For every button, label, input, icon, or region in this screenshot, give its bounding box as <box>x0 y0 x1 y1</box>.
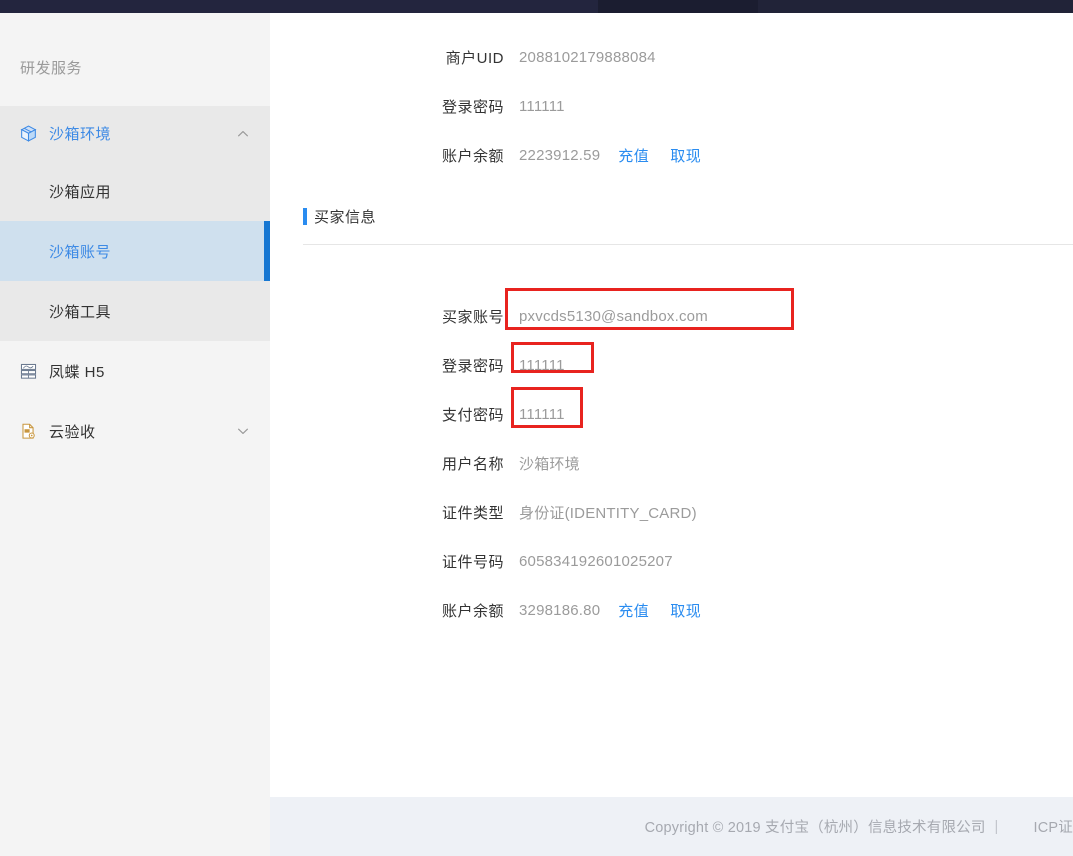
topbar-segment-right[interactable] <box>758 0 1073 13</box>
sidebar-item-sandbox-environment[interactable]: 沙箱环境 <box>0 106 270 161</box>
footer-copyright: Copyright © 2019 支付宝（杭州）信息技术有限公司 <box>644 820 986 836</box>
layers-icon <box>18 361 38 381</box>
page-footer: Copyright © 2019 支付宝（杭州）信息技术有限公司 | ICP证 <box>270 797 1073 856</box>
field-actions: 充值 取现 <box>618 145 701 166</box>
merchant-info-block: 商户UID 2088102179888084 登录密码 111111 账户余额 … <box>270 13 1073 180</box>
field-value: 2088102179888084 <box>519 49 656 66</box>
field-value: 身份证(IDENTITY_CARD) <box>519 505 697 522</box>
field-row-buyer-username: 用户名称 沙箱环境 <box>270 439 1073 488</box>
field-label: 支付密码 <box>441 407 504 424</box>
recharge-link-buyer[interactable]: 充值 <box>618 600 649 621</box>
topbar-segment-left[interactable] <box>0 0 598 13</box>
chevron-down-icon[interactable] <box>236 424 250 438</box>
field-label: 账户余额 <box>441 603 504 620</box>
field-label: 买家账号 <box>441 309 504 326</box>
field-value-highlighted-login-password: 111111 <box>511 342 594 374</box>
field-row-buyer-balance: 账户余额 3298186.80 充值 取现 <box>270 586 1073 635</box>
field-label: 证件号码 <box>441 554 504 571</box>
main-content: 商户UID 2088102179888084 登录密码 111111 账户余额 … <box>270 13 1073 797</box>
buyer-info-section: 买家信息 买家账号 pxvcds5130@sandbox.com 登录密码 11… <box>270 203 1073 635</box>
field-value: 605834192601025207 <box>519 553 673 570</box>
cube-icon <box>18 124 38 144</box>
recharge-link-merchant[interactable]: 充值 <box>618 145 649 166</box>
sidebar-item-sandbox-account[interactable]: 沙箱账号 <box>0 221 270 281</box>
top-navigation-bar[interactable] <box>0 0 1073 13</box>
field-label: 登录密码 <box>441 99 504 116</box>
sidebar-group-sandbox-environment: 沙箱环境 沙箱应用 沙箱账号 沙箱工具 <box>0 106 270 341</box>
sidebar-item-label: 沙箱账号 <box>49 243 112 261</box>
section-header: 买家信息 <box>270 203 1073 229</box>
field-label: 账户余额 <box>441 148 504 165</box>
sidebar-item-label: 云验收 <box>49 423 96 441</box>
field-label: 证件类型 <box>441 505 504 522</box>
field-row-buyer-login-password: 登录密码 111111 <box>270 341 1073 390</box>
sidebar-item-label: 沙箱应用 <box>49 183 112 201</box>
section-accent-bar <box>303 207 307 225</box>
withdraw-link-merchant[interactable]: 取现 <box>670 145 701 166</box>
buyer-fields: 买家账号 pxvcds5130@sandbox.com 登录密码 111111 … <box>270 245 1073 635</box>
sidebar-section-title: 研发服务 <box>20 60 83 77</box>
field-row-merchant-uid: 商户UID 2088102179888084 <box>270 33 1073 82</box>
sidebar-item-fengdie-h5[interactable]: 凤蝶 H5 <box>0 341 270 401</box>
sidebar-item-sandbox-apps[interactable]: 沙箱应用 <box>0 161 270 221</box>
sidebar-item-sandbox-tools[interactable]: 沙箱工具 <box>0 281 270 341</box>
field-label: 用户名称 <box>441 456 504 473</box>
field-actions: 充值 取现 <box>618 600 701 621</box>
field-row-buyer-account: 买家账号 pxvcds5130@sandbox.com <box>270 288 1073 341</box>
document-gear-icon <box>18 421 38 441</box>
field-value-highlighted-buyer-account: pxvcds5130@sandbox.com <box>505 288 794 330</box>
field-row-merchant-balance: 账户余额 2223912.59 充值 取现 <box>270 131 1073 180</box>
field-label: 登录密码 <box>441 358 504 375</box>
footer-icp-link[interactable]: ICP证 <box>1008 816 1073 837</box>
chevron-up-icon[interactable] <box>236 127 250 141</box>
field-value: 111111 <box>519 98 565 115</box>
sidebar-item-label: 沙箱工具 <box>49 303 112 321</box>
field-row-buyer-pay-password: 支付密码 111111 <box>270 387 1073 439</box>
field-row-merchant-login-password: 登录密码 111111 <box>270 82 1073 131</box>
withdraw-link-buyer[interactable]: 取现 <box>670 600 701 621</box>
sidebar-item-cloud-acceptance[interactable]: 云验收 <box>0 401 270 461</box>
field-row-buyer-id-type: 证件类型 身份证(IDENTITY_CARD) <box>270 488 1073 537</box>
sidebar-item-label: 凤蝶 H5 <box>49 363 105 381</box>
topbar-segment-active[interactable] <box>598 0 758 13</box>
field-row-buyer-id-number: 证件号码 605834192601025207 <box>270 537 1073 586</box>
field-label: 商户UID <box>445 50 504 67</box>
field-value: 3298186.80 <box>519 602 601 619</box>
sidebar-item-label: 沙箱环境 <box>49 126 112 143</box>
field-value: 2223912.59 <box>519 147 601 164</box>
field-value-highlighted-pay-password: 111111 <box>511 387 583 428</box>
footer-separator: | <box>994 818 999 835</box>
section-title: 买家信息 <box>314 208 377 226</box>
sidebar: 研发服务 沙箱环境 沙箱应用 沙箱账号 沙箱工具 凤蝶 H5 云验收 <box>0 13 270 856</box>
field-value: 沙箱环境 <box>519 456 580 473</box>
